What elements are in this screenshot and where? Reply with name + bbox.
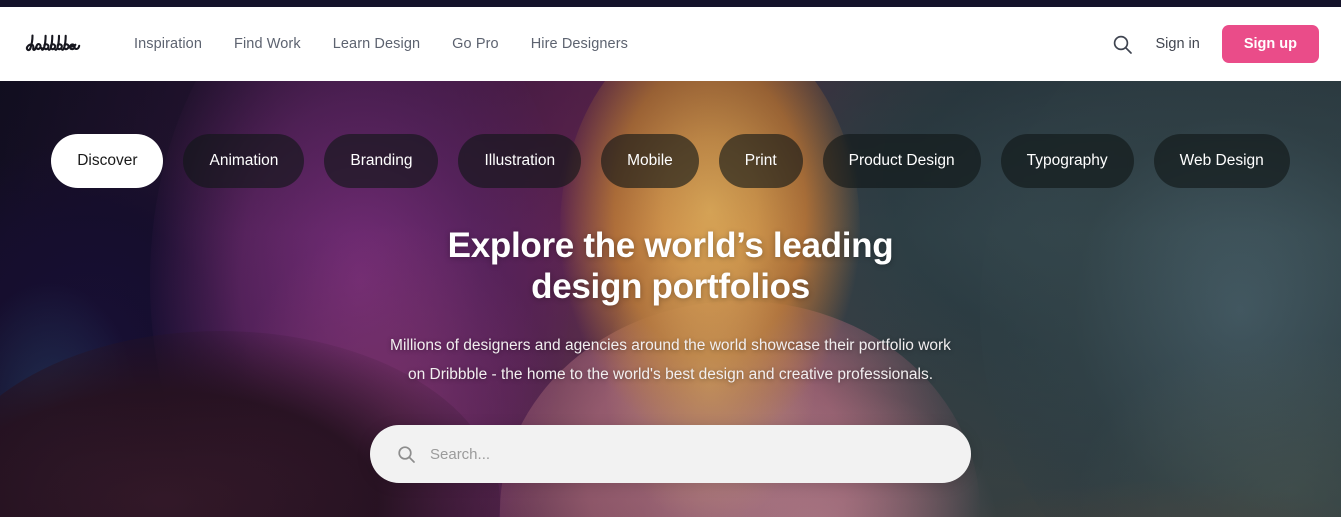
category-filter-row: Discover Animation Branding Illustration… [0, 134, 1341, 188]
category-pill-discover[interactable]: Discover [51, 134, 164, 188]
search-input[interactable] [430, 445, 945, 463]
sign-in-link[interactable]: Sign in [1155, 36, 1199, 52]
category-pill-mobile[interactable]: Mobile [601, 134, 699, 188]
subtext-line-1: Millions of designers and agencies aroun… [390, 337, 951, 354]
category-pill-illustration[interactable]: Illustration [458, 134, 582, 188]
sign-up-button[interactable]: Sign up [1221, 25, 1319, 63]
category-pill-animation[interactable]: Animation [183, 134, 305, 188]
category-pill-print[interactable]: Print [718, 134, 803, 188]
nav-item-go-pro[interactable]: Go Pro [452, 36, 499, 52]
nav-item-inspiration[interactable]: Inspiration [134, 36, 202, 52]
nav-item-hire-designers[interactable]: Hire Designers [531, 36, 628, 52]
category-pill-product-design[interactable]: Product Design [822, 134, 981, 188]
header-actions: Sign in Sign up [1111, 25, 1319, 63]
category-pill-typography[interactable]: Typography [1000, 134, 1134, 188]
category-pill-web-design[interactable]: Web Design [1153, 134, 1290, 188]
headline-line-2: design portfolios [531, 267, 810, 306]
hero-search-area [0, 425, 1341, 483]
hero-headline: Explore the world’s leading design portf… [0, 225, 1341, 307]
subtext-line-2: on Dribbble - the home to the world's be… [407, 366, 934, 383]
nav-item-find-work[interactable]: Find Work [234, 36, 301, 52]
site-header: Inspiration Find Work Learn Design Go Pr… [0, 7, 1341, 81]
dribbble-logo[interactable] [22, 29, 102, 59]
category-pill-branding[interactable]: Branding [324, 134, 439, 188]
hero-subtext: Millions of designers and agencies aroun… [0, 331, 1341, 389]
headline-line-1: Explore the world’s leading [447, 226, 894, 265]
search-box[interactable] [370, 425, 971, 483]
search-icon[interactable] [1111, 33, 1133, 55]
nav-item-learn-design[interactable]: Learn Design [333, 36, 420, 52]
search-icon [396, 444, 416, 464]
top-accent-bar [0, 0, 1341, 7]
main-nav: Inspiration Find Work Learn Design Go Pr… [134, 36, 628, 52]
hero-section: Discover Animation Branding Illustration… [0, 81, 1341, 517]
